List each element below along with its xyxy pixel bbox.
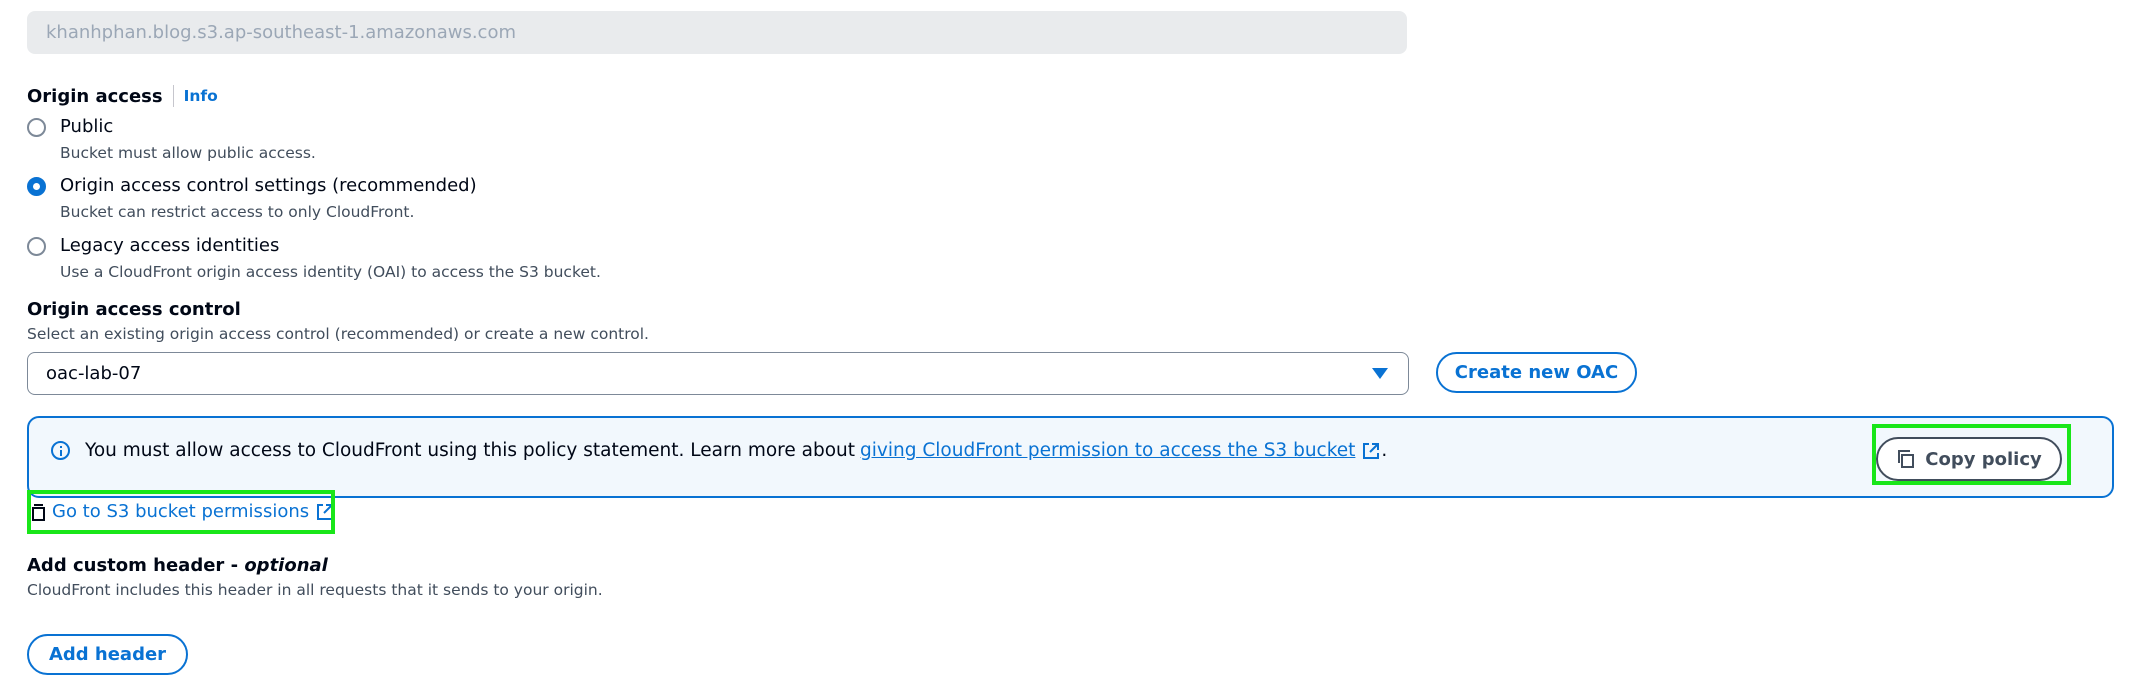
radio-option-public[interactable]: Public Bucket must allow public access.: [27, 116, 316, 162]
custom-header-title: Add custom header -: [27, 555, 245, 576]
origin-access-header: Origin access Info: [27, 85, 218, 107]
caret-down-icon: [1372, 368, 1388, 379]
policy-info-alert: You must allow access to CloudFront usin…: [27, 416, 2114, 498]
radio-legacy-desc: Use a CloudFront origin access identity …: [60, 263, 601, 281]
cropped-label-fragment: [27, 0, 257, 3]
radio-oac-label: Origin access control settings (recommen…: [60, 175, 477, 196]
copy-policy-label: Copy policy: [1925, 448, 2042, 470]
create-new-oac-button[interactable]: Create new OAC: [1436, 352, 1637, 393]
external-link-icon: [1363, 442, 1380, 459]
radio-oac-desc: Bucket can restrict access to only Cloud…: [60, 203, 415, 221]
copy-icon: [32, 503, 45, 521]
alert-trailing: .: [1381, 440, 1388, 461]
oac-desc: Select an existing origin access control…: [27, 325, 649, 343]
cloudfront-permission-link[interactable]: giving CloudFront permission to access t…: [860, 440, 1355, 461]
external-link-icon: [317, 503, 334, 520]
custom-header-desc: CloudFront includes this header in all r…: [27, 581, 603, 599]
oac-select[interactable]: oac-lab-07: [27, 352, 1409, 395]
info-icon: [51, 441, 70, 460]
radio-option-legacy[interactable]: Legacy access identities Use a CloudFron…: [27, 235, 601, 281]
origin-access-label: Origin access: [27, 85, 163, 107]
custom-header-optional: optional: [244, 555, 328, 576]
s3-bucket-permissions-link[interactable]: Go to S3 bucket permissions: [52, 501, 309, 522]
custom-header-label: Add custom header - optional: [27, 555, 328, 576]
radio-public-label: Public: [60, 116, 114, 137]
radio-public-desc: Bucket must allow public access.: [60, 144, 316, 162]
alert-message: You must allow access to CloudFront usin…: [51, 440, 1387, 461]
radio-legacy-label: Legacy access identities: [60, 235, 280, 256]
radio-legacy[interactable]: [27, 237, 46, 256]
copy-icon: [1898, 450, 1915, 468]
radio-public[interactable]: [27, 118, 46, 137]
oac-label: Origin access control: [27, 299, 241, 320]
header-divider: [172, 85, 174, 107]
radio-oac[interactable]: [27, 177, 46, 196]
add-header-button[interactable]: Add header: [27, 634, 188, 675]
s3-bucket-permissions-link-row[interactable]: Go to S3 bucket permissions: [31, 501, 335, 522]
radio-option-oac[interactable]: Origin access control settings (recommen…: [27, 175, 477, 221]
oac-select-value: oac-lab-07: [46, 363, 142, 384]
copy-policy-button[interactable]: Copy policy: [1876, 437, 2062, 481]
origin-access-info-link[interactable]: Info: [184, 87, 218, 105]
origin-domain-input[interactable]: khanhphan.blog.s3.ap-southeast-1.amazona…: [27, 11, 1407, 54]
alert-text: You must allow access to CloudFront usin…: [85, 440, 856, 461]
origin-domain-value: khanhphan.blog.s3.ap-southeast-1.amazona…: [46, 22, 516, 43]
